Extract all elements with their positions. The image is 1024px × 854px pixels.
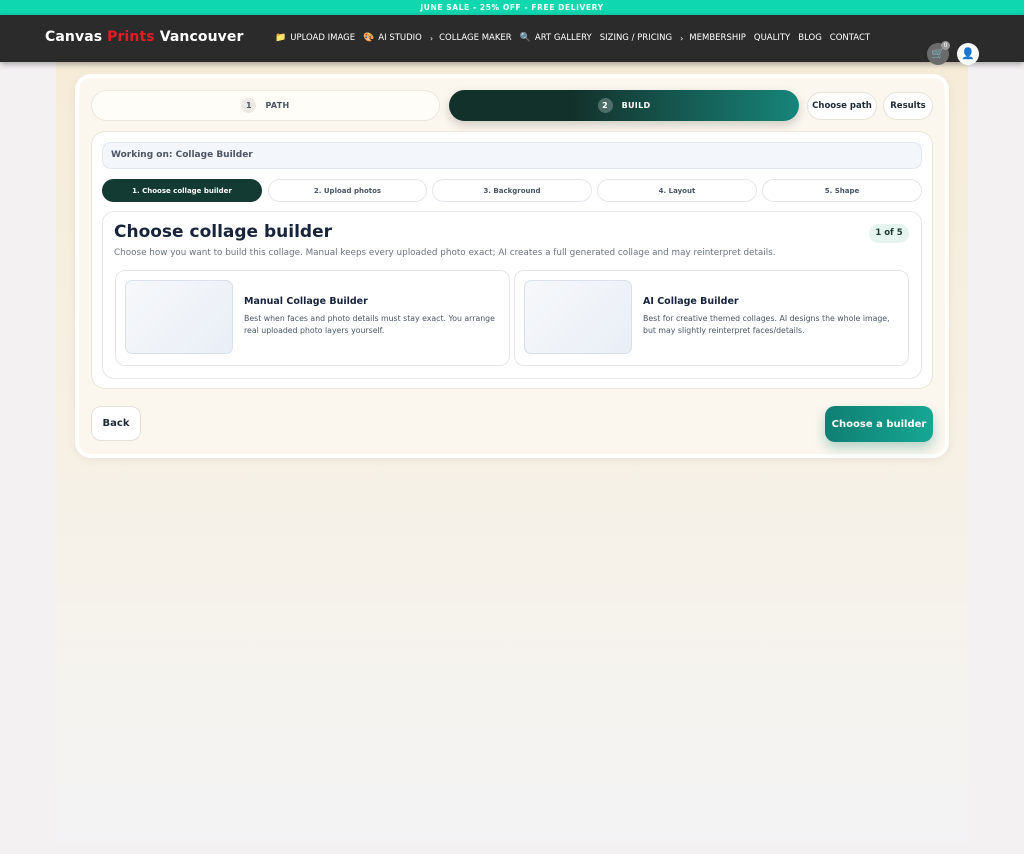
back-button[interactable]: Back (91, 406, 141, 441)
main-menu: 📁 UPLOAD IMAGE 🎨 AI STUDIO › COLLAGE MAK… (275, 33, 878, 43)
nav-membership[interactable]: MEMBERSHIP (689, 33, 746, 43)
option-description: Best when faces and photo details must s… (244, 314, 495, 335)
substep-shape[interactable]: 5. Shape (762, 179, 922, 202)
step-build[interactable]: 2 BUILD (449, 90, 799, 121)
option-title: Manual Collage Builder (244, 296, 368, 307)
palette-icon: 🎨 (363, 33, 375, 43)
working-on-label: Working on: Collage Builder (102, 142, 922, 169)
option-thumbnail (524, 280, 632, 354)
step-path[interactable]: 1 PATH (91, 90, 440, 121)
page-title: Choose collage builder (114, 222, 333, 242)
chevron-right-icon[interactable]: › (680, 34, 683, 43)
folder-icon: 📁 (275, 33, 287, 43)
brand-part-prints: Prints (107, 29, 155, 45)
nav-label: UPLOAD IMAGE (290, 33, 356, 43)
substep-choose-builder[interactable]: 1. Choose collage builder (102, 179, 262, 202)
magnifier-icon: 🔍 (519, 33, 531, 43)
step-label: PATH (265, 101, 290, 110)
brand-part-canvas: Canvas (45, 29, 108, 45)
ai-builder-option[interactable]: AI Collage Builder Best for creative the… (514, 270, 909, 366)
nav-label: MEMBERSHIP (689, 33, 746, 43)
nav-collage-maker[interactable]: COLLAGE MAKER (439, 33, 512, 43)
brand-logo[interactable]: Canvas Prints Vancouver (45, 29, 244, 45)
manual-builder-option[interactable]: Manual Collage Builder Best when faces a… (115, 270, 510, 366)
nav-label: SIZING / PRICING (599, 33, 673, 43)
nav-label: COLLAGE MAKER (439, 33, 512, 43)
nav-label: AI STUDIO (378, 33, 422, 43)
promo-banner[interactable]: JUNE SALE - 25% OFF - FREE DELIVERY (0, 0, 1024, 15)
nav-art-gallery[interactable]: 🔍 ART GALLERY (520, 33, 592, 43)
choose-path-button[interactable]: Choose path (807, 92, 877, 120)
option-description: Best for creative themed collages. AI de… (643, 314, 890, 335)
chevron-right-icon[interactable]: › (430, 34, 433, 43)
top-navigation: Canvas Prints Vancouver 📁 UPLOAD IMAGE 🎨… (0, 15, 1024, 65)
nav-blog[interactable]: BLOG (798, 33, 822, 43)
nav-label: ART GALLERY (534, 33, 592, 43)
step-number: 1 (241, 98, 257, 113)
step-number: 2 (597, 98, 613, 113)
nav-contact[interactable]: CONTACT (830, 33, 870, 43)
user-account-icon[interactable]: 👤 (957, 43, 979, 65)
nav-upload-image[interactable]: 📁 UPLOAD IMAGE (275, 33, 355, 43)
option-thumbnail (125, 280, 233, 354)
choose-builder-button[interactable]: Choose a builder (825, 406, 933, 442)
nav-label: CONTACT (829, 33, 871, 43)
brand-part-vancouver: Vancouver (154, 29, 244, 45)
nav-label: BLOG (798, 33, 822, 43)
step-label: BUILD (621, 101, 651, 110)
nav-quality[interactable]: QUALITY (754, 33, 790, 43)
cart-count-badge: 0 (941, 41, 950, 50)
step-counter-badge: 1 of 5 (869, 224, 909, 243)
option-title: AI Collage Builder (643, 296, 739, 307)
nav-label: QUALITY (753, 33, 791, 43)
page-description: Choose how you want to build this collag… (114, 248, 776, 258)
substep-layout[interactable]: 4. Layout (597, 179, 757, 202)
nav-sizing-pricing[interactable]: SIZING / PRICING (600, 33, 672, 43)
substep-upload-photos[interactable]: 2. Upload photos (268, 179, 427, 202)
substep-background[interactable]: 3. Background (432, 179, 592, 202)
results-button[interactable]: Results (883, 92, 933, 120)
nav-ai-studio[interactable]: 🎨 AI STUDIO (363, 33, 422, 43)
